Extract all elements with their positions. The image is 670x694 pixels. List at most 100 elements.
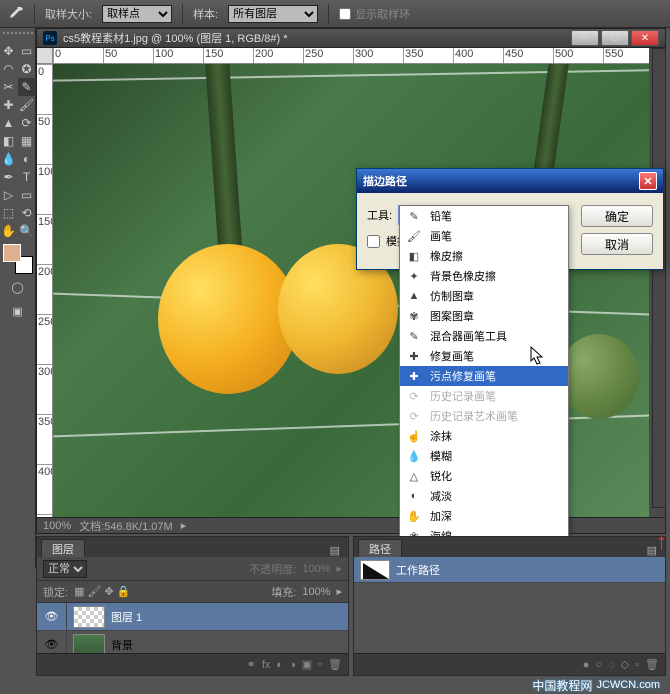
- dropdown-item[interactable]: ☝涂抹: [400, 426, 568, 446]
- path-item[interactable]: 工作路径: [354, 557, 665, 583]
- gradient-tool[interactable]: ▦: [18, 132, 36, 150]
- dialog-titlebar[interactable]: 描边路径 ✕: [357, 169, 663, 193]
- visibility-icon[interactable]: 👁: [37, 631, 67, 653]
- stroke-path-icon[interactable]: ○: [595, 659, 602, 671]
- info-arrow-icon[interactable]: ▸: [181, 519, 187, 532]
- opacity-arrow-icon[interactable]: ▸: [336, 562, 342, 575]
- shape-tool[interactable]: ▭: [18, 186, 36, 204]
- new-path-icon[interactable]: ▫: [635, 659, 639, 671]
- eraser-tool[interactable]: ◧: [0, 132, 18, 150]
- 3d-tool[interactable]: ⬚: [0, 204, 18, 222]
- move-tool[interactable]: ✥: [0, 42, 18, 60]
- brush-tool[interactable]: 🖌: [18, 96, 36, 114]
- dropdown-item[interactable]: 🖌画笔: [400, 226, 568, 246]
- layers-tab[interactable]: 图层: [41, 539, 85, 557]
- dropdown-item[interactable]: ✦背景色橡皮擦: [400, 266, 568, 286]
- crop-tool[interactable]: ✂: [0, 78, 18, 96]
- layer-thumbnail[interactable]: [73, 634, 105, 654]
- ruler-corner[interactable]: [37, 48, 53, 64]
- lock-all-icon[interactable]: 🔒: [117, 585, 131, 598]
- dropdown-item[interactable]: ◧橡皮擦: [400, 246, 568, 266]
- fill-value[interactable]: 100%: [302, 586, 330, 598]
- zoom-tool[interactable]: 🔍: [18, 222, 36, 240]
- sel-to-path-icon[interactable]: ◇: [621, 658, 629, 671]
- new-layer-icon[interactable]: ▫: [318, 659, 322, 671]
- dropdown-item[interactable]: ✋加深: [400, 506, 568, 526]
- stamp-tool[interactable]: ▲: [0, 114, 18, 132]
- dialog-close-button[interactable]: ✕: [639, 172, 657, 190]
- fx-icon[interactable]: fx: [262, 659, 271, 671]
- ruler-horizontal[interactable]: 050100150200250300350400450500550600650: [53, 48, 649, 64]
- ok-button[interactable]: 确定: [581, 205, 653, 227]
- trash-icon[interactable]: 🗑: [645, 658, 659, 671]
- lock-position-icon[interactable]: ✥: [104, 585, 113, 598]
- dodge-tool[interactable]: ◐: [18, 150, 36, 168]
- layer-row[interactable]: 👁 背景: [37, 631, 348, 653]
- type-tool[interactable]: T: [18, 168, 36, 186]
- adjustment-icon[interactable]: ◑: [289, 659, 296, 671]
- sample-select[interactable]: 所有图层: [228, 5, 318, 23]
- layer-row[interactable]: 👁 图层 1: [37, 603, 348, 631]
- healing-tool[interactable]: ✚: [0, 96, 18, 114]
- show-sample-ring-check[interactable]: 显示取样环: [339, 6, 410, 22]
- close-button[interactable]: ✕: [631, 30, 659, 46]
- screen-mode-button[interactable]: ▣: [4, 300, 32, 322]
- layer-name[interactable]: 背景: [111, 637, 348, 653]
- dropdown-item[interactable]: ✎混合器画笔工具: [400, 326, 568, 346]
- trash-icon[interactable]: 🗑: [328, 658, 342, 671]
- path-to-sel-icon[interactable]: ◌: [608, 659, 615, 671]
- history-brush-tool[interactable]: ⟳: [18, 114, 36, 132]
- opacity-label: 不透明度:: [249, 561, 296, 577]
- toolbox-handle[interactable]: [3, 32, 33, 40]
- layer-thumbnail[interactable]: [73, 606, 105, 628]
- link-icon[interactable]: ⚭: [247, 658, 256, 671]
- eyedropper-tool[interactable]: ✎: [18, 78, 36, 96]
- marquee-tool[interactable]: ▭: [18, 42, 36, 60]
- dropdown-item-label: 仿制图章: [430, 288, 474, 304]
- sample-size-select[interactable]: 取样点: [102, 5, 172, 23]
- simulate-pressure-checkbox[interactable]: [367, 235, 380, 248]
- lock-pixels-icon[interactable]: 🖌: [87, 585, 101, 598]
- document-titlebar[interactable]: Ps cs5教程素材1.jpg @ 100% (图层 1, RGB/8#) * …: [36, 28, 666, 48]
- show-ring-checkbox[interactable]: [339, 8, 351, 20]
- opacity-value[interactable]: 100%: [302, 563, 330, 575]
- layer-name[interactable]: 图层 1: [111, 609, 348, 625]
- quick-mask-button[interactable]: ◯: [4, 276, 32, 298]
- foreground-color[interactable]: [3, 244, 21, 262]
- fill-arrow-icon[interactable]: ▸: [336, 585, 342, 598]
- blend-mode-select[interactable]: 正常: [43, 560, 87, 578]
- hand-tool[interactable]: ✋: [0, 222, 18, 240]
- dropdown-item[interactable]: ✎铅笔: [400, 206, 568, 226]
- dropdown-item[interactable]: 💧模糊: [400, 446, 568, 466]
- quick-select-tool[interactable]: ✪: [18, 60, 36, 78]
- minimize-button[interactable]: ─: [571, 30, 599, 46]
- dropdown-item[interactable]: ◐减淡: [400, 486, 568, 506]
- paths-tab[interactable]: 路径: [358, 539, 402, 557]
- sample-size-label: 取样大小:: [45, 6, 92, 22]
- visibility-icon[interactable]: 👁: [37, 603, 67, 630]
- pen-tool[interactable]: ✒: [0, 168, 18, 186]
- blur-tool[interactable]: 💧: [0, 150, 18, 168]
- dropdown-item[interactable]: ✚修复画笔: [400, 346, 568, 366]
- folder-icon[interactable]: ▣: [302, 658, 312, 671]
- zoom-field[interactable]: 100%: [43, 520, 71, 532]
- lock-transparent-icon[interactable]: ▦: [74, 585, 84, 598]
- color-swatches[interactable]: [3, 244, 33, 274]
- fill-path-icon[interactable]: ●: [583, 659, 590, 671]
- 3d-camera-tool[interactable]: ⟲: [18, 204, 36, 222]
- path-name: 工作路径: [396, 562, 440, 578]
- panel-menu-icon[interactable]: ▤: [326, 544, 344, 557]
- cancel-button[interactable]: 取消: [581, 233, 653, 255]
- dropdown-item[interactable]: ✾图案图章: [400, 306, 568, 326]
- ruler-vertical[interactable]: 050100150200250300350400450: [37, 64, 53, 517]
- path-select-tool[interactable]: ▷: [0, 186, 18, 204]
- maximize-button[interactable]: □: [601, 30, 629, 46]
- watermark: 中国教程网 JCWCN.com: [532, 676, 660, 694]
- lasso-tool[interactable]: ◠: [0, 60, 18, 78]
- collapsed-panel-strip[interactable]: [652, 48, 666, 508]
- dropdown-item[interactable]: △锐化: [400, 466, 568, 486]
- dropdown-item-label: 背景色橡皮擦: [430, 268, 496, 284]
- dropdown-item[interactable]: ✚污点修复画笔: [400, 366, 568, 386]
- mask-icon[interactable]: ◐: [276, 659, 283, 671]
- dropdown-item[interactable]: ▲仿制图章: [400, 286, 568, 306]
